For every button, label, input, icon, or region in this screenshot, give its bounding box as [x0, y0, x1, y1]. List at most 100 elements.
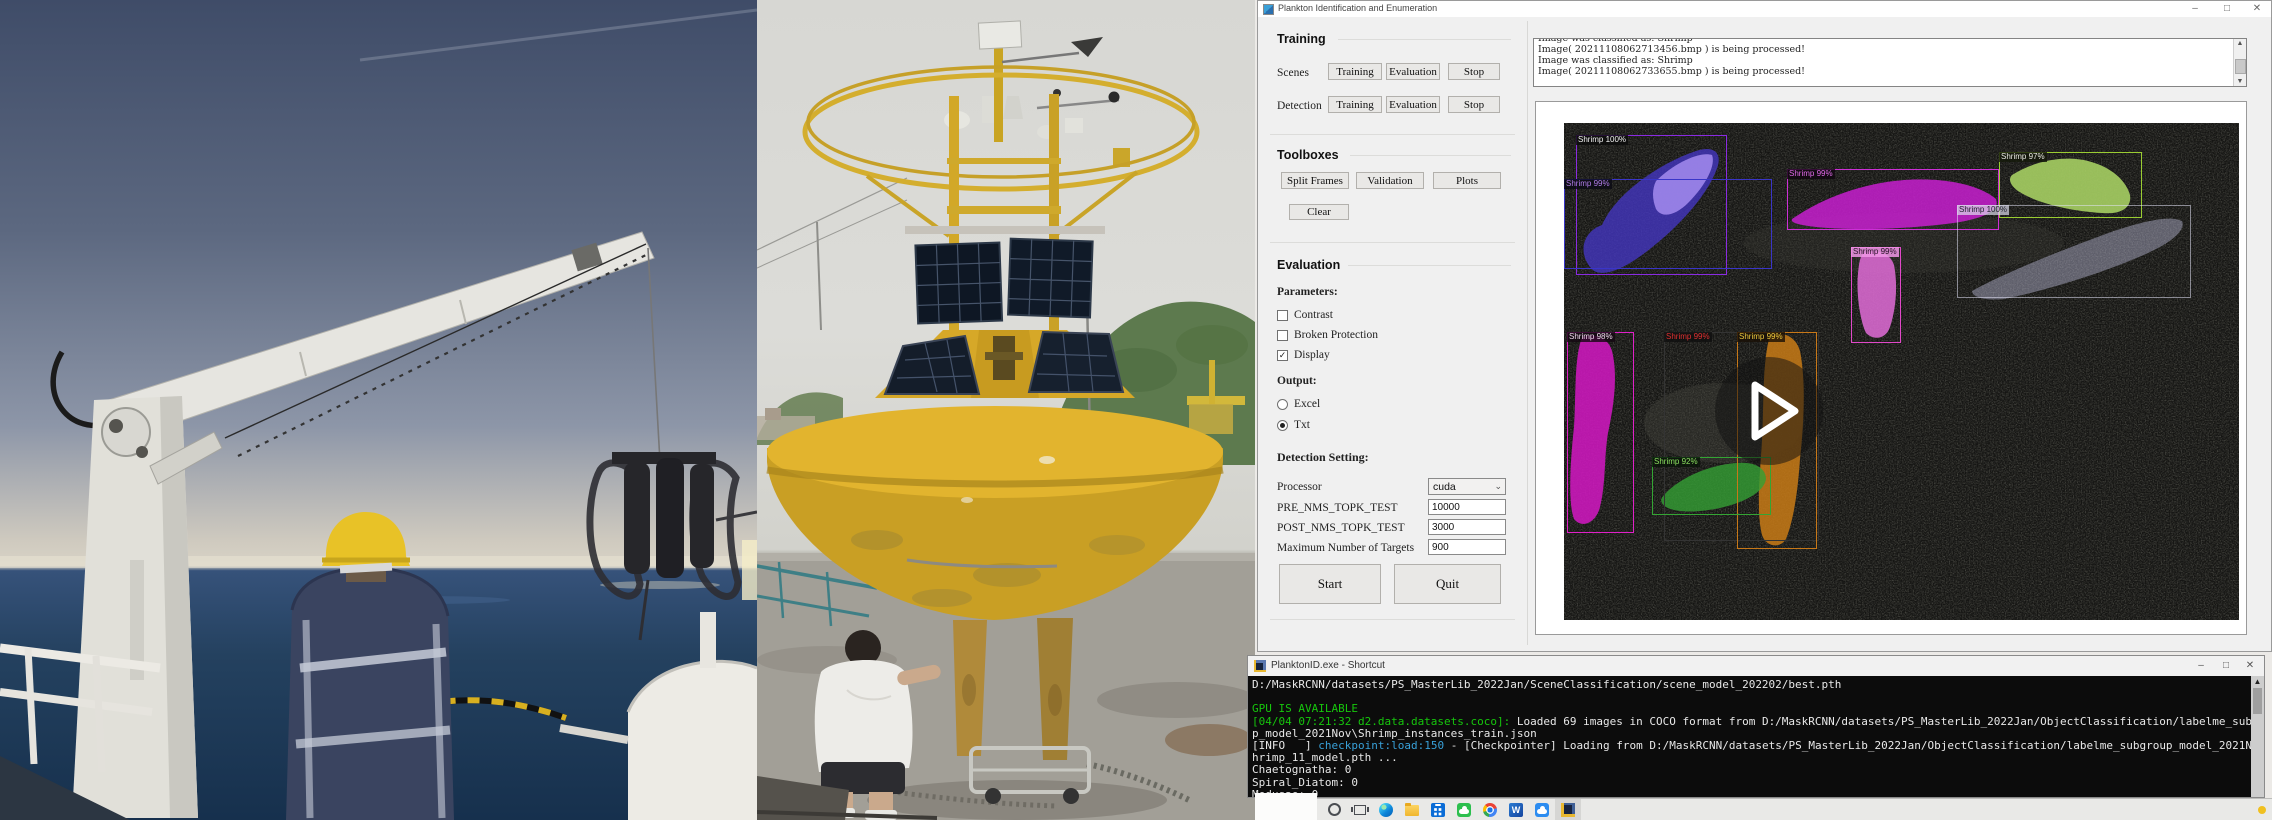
app-icon	[1263, 4, 1274, 15]
split-frames-button[interactable]: Split Frames	[1281, 172, 1349, 189]
minimize-button[interactable]: –	[2183, 1, 2207, 16]
taskbar-task-view-button[interactable]	[1347, 799, 1373, 820]
detection-label: Shrimp 99%	[1664, 332, 1712, 342]
log-line: Image was classified as: Shrimp	[1538, 55, 2232, 66]
detection-evaluation-button[interactable]: Evaluation	[1386, 96, 1440, 113]
pre-nms-topk-test-label: PRE_NMS_TOPK_TEST	[1277, 502, 1398, 514]
terminal-close-button[interactable]: ✕	[2239, 658, 2261, 674]
terminal-output: D:/MaskRCNN/datasets/PS_MasterLib_2022Ja…	[1248, 676, 2251, 797]
photo-buoy-dock-art	[757, 0, 1255, 820]
excel-radio[interactable]	[1277, 399, 1288, 410]
clear-button[interactable]: Clear	[1289, 204, 1349, 220]
terminal-text-segment: [04/04 07:21:32 d2.data.datasets.coco]:	[1252, 715, 1517, 728]
detection-viewer-panel: Shrimp 100% Shrimp 99% Shrimp 99% Shrimp 97…	[1535, 101, 2247, 635]
terminal-app-icon	[1254, 660, 1266, 672]
terminal-text-segment: Loaded 69 images in COCO format from D:/…	[1517, 715, 2251, 728]
scrollbar-thumb[interactable]	[2253, 688, 2262, 714]
detection-label: Shrimp 99%	[1564, 179, 1612, 189]
plankton-app-window: Plankton Identification and Enumeration …	[1257, 0, 2272, 652]
plots-button[interactable]: Plots	[1433, 172, 1501, 189]
play-button[interactable]	[1715, 357, 1823, 465]
taskbar-store-button[interactable]	[1425, 799, 1451, 820]
chevron-down-icon: ⌄	[1494, 481, 1502, 492]
terminal-line: Chaetognatha: 0	[1252, 764, 2251, 776]
scenes-evaluation-button[interactable]: Evaluation	[1386, 63, 1440, 80]
scroll-up-icon[interactable]: ▲	[2251, 677, 2264, 686]
display-checkbox[interactable]: ✓	[1277, 350, 1288, 361]
divider	[1348, 265, 1511, 266]
validation-button[interactable]: Validation	[1356, 172, 1424, 189]
terminal-line: Spiral_Diatom: 0	[1252, 777, 2251, 789]
photo-buoy-dock	[757, 0, 1255, 820]
divider	[1270, 242, 1515, 243]
scenes-training-button[interactable]: Training	[1328, 63, 1382, 80]
taskbar-cortana-button[interactable]	[1321, 799, 1347, 820]
contrast-checkbox[interactable]	[1277, 310, 1288, 321]
detection-label: Shrimp 98%	[1567, 332, 1615, 342]
taskbar-planktonid-button[interactable]	[1555, 799, 1581, 820]
scroll-up-icon[interactable]: ▲	[2234, 40, 2246, 47]
quit-button[interactable]: Quit	[1394, 564, 1501, 604]
divider	[1270, 619, 1515, 620]
terminal-titlebar[interactable]: PlanktonID.exe - Shortcut – □ ✕	[1248, 656, 2264, 676]
maximize-button[interactable]: □	[2215, 1, 2239, 16]
scrollbar-thumb[interactable]	[2235, 59, 2246, 74]
detection-label: Shrimp 97%	[1999, 152, 2047, 162]
app-title: Plankton Identification and Enumeration	[1278, 3, 1437, 13]
terminal-window: PlanktonID.exe - Shortcut – □ ✕ D:/MaskR…	[1247, 655, 2265, 798]
play-icon	[1715, 357, 1823, 465]
log-line: Image( 20211108062733655.bmp ) is being …	[1538, 66, 2232, 77]
panel-divider	[1527, 21, 1528, 645]
broken-protection-checkbox[interactable]	[1277, 330, 1288, 341]
detection-box: Shrimp 98%	[1567, 332, 1634, 533]
tray-notification-icon[interactable]	[2258, 806, 2266, 814]
microsoft-store-icon	[1431, 803, 1445, 817]
detection-stop-button[interactable]: Stop	[1448, 96, 1500, 113]
divider	[1350, 155, 1511, 156]
detection-label: Shrimp 100%	[1957, 205, 2009, 215]
broken-protection-checkbox-label: Broken Protection	[1294, 329, 1378, 341]
cortana-icon	[1328, 803, 1341, 816]
terminal-text-segment: D:/MaskRCNN/datasets/PS_MasterLib_2022Ja…	[1252, 678, 1841, 691]
txt-radio[interactable]	[1277, 420, 1288, 431]
max-targets-input[interactable]	[1428, 539, 1506, 555]
processor-select[interactable]: cuda ⌄	[1428, 478, 1506, 495]
parameters-label: Parameters:	[1277, 286, 1338, 298]
terminal-title: PlanktonID.exe - Shortcut	[1271, 660, 1385, 671]
app-titlebar[interactable]: Plankton Identification and Enumeration …	[1258, 1, 2271, 17]
baidu-netdisk-icon	[1535, 803, 1549, 817]
taskbar-word-button[interactable]	[1503, 799, 1529, 820]
file-explorer-icon	[1405, 805, 1419, 816]
scenes-stop-button[interactable]: Stop	[1448, 63, 1500, 80]
terminal-maximize-button[interactable]: □	[2215, 658, 2237, 674]
taskbar-edge-button[interactable]	[1373, 799, 1399, 820]
toolboxes-header: Toolboxes	[1277, 148, 1339, 162]
word-icon	[1509, 803, 1523, 817]
terminal-scrollbar[interactable]: ▲	[2251, 676, 2264, 797]
post-nms-topk-test-input[interactable]	[1428, 519, 1506, 535]
pre-nms-topk-test-input[interactable]	[1428, 499, 1506, 515]
detection-training-button[interactable]: Training	[1328, 96, 1382, 113]
terminal-text-segment: hrimp_11_model.pth ...	[1252, 751, 1398, 764]
detection-label: Detection	[1277, 100, 1322, 112]
task-view-icon	[1354, 805, 1366, 815]
classification-log: Image was classified as: ShrimpImage( 20…	[1533, 38, 2247, 87]
chrome-icon	[1483, 803, 1497, 817]
detection-label: Shrimp 99%	[1737, 332, 1785, 342]
close-button[interactable]: ✕	[2245, 1, 2269, 16]
taskbar-wechat-button[interactable]	[1451, 799, 1477, 820]
photo-ship-davit-art	[0, 0, 757, 820]
taskbar-file-explorer-button[interactable]	[1399, 799, 1425, 820]
detection-label: Shrimp 99%	[1787, 169, 1835, 179]
taskbar-baidu-netdisk-button[interactable]	[1529, 799, 1555, 820]
scroll-down-icon[interactable]: ▼	[2234, 78, 2246, 85]
desktop-screen: Plankton Identification and Enumeration …	[0, 0, 2272, 820]
terminal-line	[1252, 691, 2251, 703]
start-button[interactable]: Start	[1279, 564, 1381, 604]
taskbar-chrome-button[interactable]	[1477, 799, 1503, 820]
terminal-minimize-button[interactable]: –	[2190, 658, 2212, 674]
detection-box: Shrimp 99%	[1564, 179, 1772, 269]
divider	[1270, 134, 1515, 135]
log-scrollbar[interactable]: ▲ ▼	[2233, 39, 2246, 86]
terminal-line: Medusae: 0	[1252, 789, 2251, 797]
